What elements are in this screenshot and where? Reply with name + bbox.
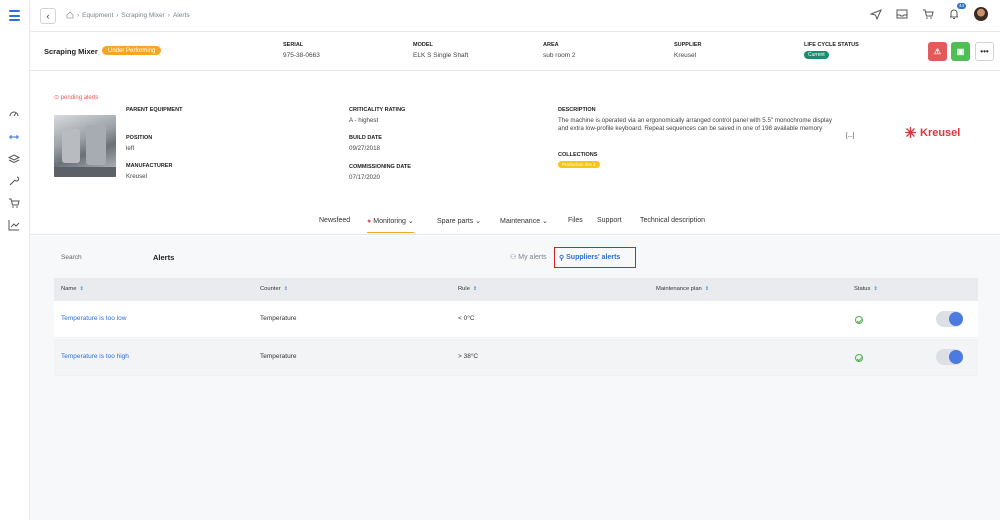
alert-rule: > 38°C xyxy=(458,353,479,360)
criticality-field: CRITICALITY RATING A - highest xyxy=(349,107,406,124)
supplier-field: SUPPLIER Kreusel xyxy=(674,42,702,59)
column-counter[interactable]: Counter ⇕ xyxy=(260,286,288,292)
alert-toggle[interactable] xyxy=(936,311,963,327)
brand-logo: Kreusel xyxy=(904,126,960,139)
status-badge: Under Performing xyxy=(102,46,162,55)
alert-rule: < 0°C xyxy=(458,315,475,322)
serial-field: SERIAL 975-38-0663 xyxy=(283,42,320,59)
link-icon: ⚲ xyxy=(559,254,565,262)
tab-monitoring[interactable]: ● Monitoring ⌄ xyxy=(367,217,414,233)
description-field: DESCRIPTION The machine is operated via a… xyxy=(558,107,832,132)
alert-name-link[interactable]: Temperature is too low xyxy=(61,315,126,322)
equipment-header: Scraping Mixer Under Performing SERIAL 97… xyxy=(30,32,1000,71)
alert-name-link[interactable]: Temperature is too high xyxy=(61,353,129,360)
sort-icon[interactable]: ⇕ xyxy=(705,286,709,292)
model-field: MODEL ELK S Single Shaft xyxy=(413,42,469,59)
tab-technical-description[interactable]: Technical description xyxy=(640,217,705,224)
avatar[interactable] xyxy=(974,7,988,21)
column-status[interactable]: Status ⇕ xyxy=(854,286,878,292)
user-icon: ⚇ xyxy=(510,254,517,261)
sort-icon[interactable]: ⇕ xyxy=(473,286,477,292)
breadcrumb-alerts: Alerts xyxy=(172,11,190,19)
sort-icon[interactable]: ⇕ xyxy=(79,286,83,292)
lifecycle-field: LIFE CYCLE STATUS Current xyxy=(804,42,859,59)
table-row: Temperature is too low Temperature < 0°C xyxy=(54,301,978,338)
more-icon: ••• xyxy=(980,47,989,56)
position-field: POSITION left xyxy=(126,135,153,152)
table-row: Temperature is too high Temperature > 38… xyxy=(54,339,978,376)
chevron-down-icon: ⌄ xyxy=(407,218,414,225)
tab-maintenance[interactable]: Maintenance ⌄ xyxy=(500,217,548,225)
suppliers-alerts-tab[interactable]: ⚲ Suppliers' alerts xyxy=(554,247,636,268)
area-field: AREA sub room 2 xyxy=(543,42,576,59)
alerts-title: Alerts xyxy=(153,253,175,262)
alert-circle-icon: ⊙ xyxy=(54,95,60,101)
alert-counter: Temperature xyxy=(260,315,297,322)
build-date-field: BUILD DATE 09/27/2018 xyxy=(349,135,382,152)
chevron-down-icon: ⌄ xyxy=(475,218,482,225)
status-check-icon xyxy=(855,316,863,324)
warning-icon: ⚠ xyxy=(933,47,942,56)
gauge-icon[interactable] xyxy=(8,108,20,120)
wrench-icon[interactable] xyxy=(8,175,20,187)
description-more-link[interactable]: [...] xyxy=(846,133,854,139)
chevron-down-icon: ⌄ xyxy=(542,218,548,225)
tab-newsfeed[interactable]: Newsfeed xyxy=(319,217,350,224)
alert-dot-icon: ● xyxy=(367,218,372,225)
table-header: Name ⇕ Counter ⇕ Rule ⇕ Maintenance plan ⇕ S… xyxy=(54,278,978,301)
menu-icon[interactable] xyxy=(9,10,20,24)
sort-icon[interactable]: ⇕ xyxy=(873,286,877,292)
breadcrumb-equipment[interactable]: Equipment xyxy=(82,12,113,19)
inbox-icon[interactable] xyxy=(896,8,908,20)
chart-icon[interactable] xyxy=(8,219,20,231)
more-button[interactable]: ••• xyxy=(975,42,994,61)
tab-support[interactable]: Support xyxy=(597,217,622,224)
equipment-icon[interactable] xyxy=(8,131,20,143)
send-icon[interactable] xyxy=(869,8,882,21)
home-icon[interactable] xyxy=(66,11,74,19)
breadcrumb-scraping-mixer[interactable]: Scraping Mixer xyxy=(121,12,164,19)
notification-badge: 44 xyxy=(956,3,966,9)
alert-toggle[interactable] xyxy=(936,349,963,365)
column-maintenance-plan[interactable]: Maintenance plan ⇕ xyxy=(656,286,709,292)
column-name[interactable]: Name ⇕ xyxy=(61,286,84,292)
left-sidebar xyxy=(0,0,30,520)
search-input[interactable]: Search xyxy=(61,254,82,261)
chevron-left-icon: ‹ xyxy=(46,11,50,21)
equipment-title: Scraping Mixer xyxy=(44,47,98,56)
column-rule[interactable]: Rule ⇕ xyxy=(458,286,477,292)
collections-field: COLLECTIONS Production line 1 xyxy=(558,152,600,168)
alerts-panel: Search Alerts ⚇ My alerts ⚲ Suppliers' ale… xyxy=(54,246,978,376)
manufacturer-field: MANUFACTURER Kreusel xyxy=(126,163,173,180)
calendar-button[interactable]: ▣ xyxy=(951,42,970,61)
kreusel-logo-icon xyxy=(905,127,916,138)
tab-files[interactable]: Files xyxy=(568,217,583,224)
layers-icon[interactable] xyxy=(7,153,21,165)
equipment-photo xyxy=(54,115,116,177)
lifecycle-badge: Current xyxy=(804,51,829,59)
cart-icon[interactable] xyxy=(8,197,20,209)
pending-alerts-link[interactable]: ⊙ pending alerts xyxy=(54,94,98,101)
collection-badge[interactable]: Production line 1 xyxy=(558,161,600,168)
parent-equipment-field: PARENT EQUIPMENT xyxy=(126,107,183,113)
back-button[interactable]: ‹ xyxy=(40,8,56,24)
commissioning-date-field: COMMISSIONING DATE 07/17/2020 xyxy=(349,164,411,181)
tab-spare-parts[interactable]: Spare parts ⌄ xyxy=(437,217,481,225)
sort-icon[interactable]: ⇕ xyxy=(284,286,288,292)
calendar-icon: ▣ xyxy=(956,47,965,56)
breadcrumb: › Equipment › Scraping Mixer › Alerts xyxy=(66,11,190,19)
my-alerts-tab[interactable]: ⚇ My alerts xyxy=(510,253,547,262)
bell-icon[interactable]: 44 xyxy=(948,3,966,20)
top-bar: ‹ › Equipment › Scraping Mixer › Alerts … xyxy=(30,0,1000,32)
status-check-icon xyxy=(855,354,863,362)
alert-button[interactable]: ⚠ xyxy=(928,42,947,61)
cart-icon[interactable] xyxy=(922,8,934,20)
alert-counter: Temperature xyxy=(260,353,297,360)
tab-bar: Newsfeed ● Monitoring ⌄ Spare parts ⌄ Mai… xyxy=(30,207,1000,235)
